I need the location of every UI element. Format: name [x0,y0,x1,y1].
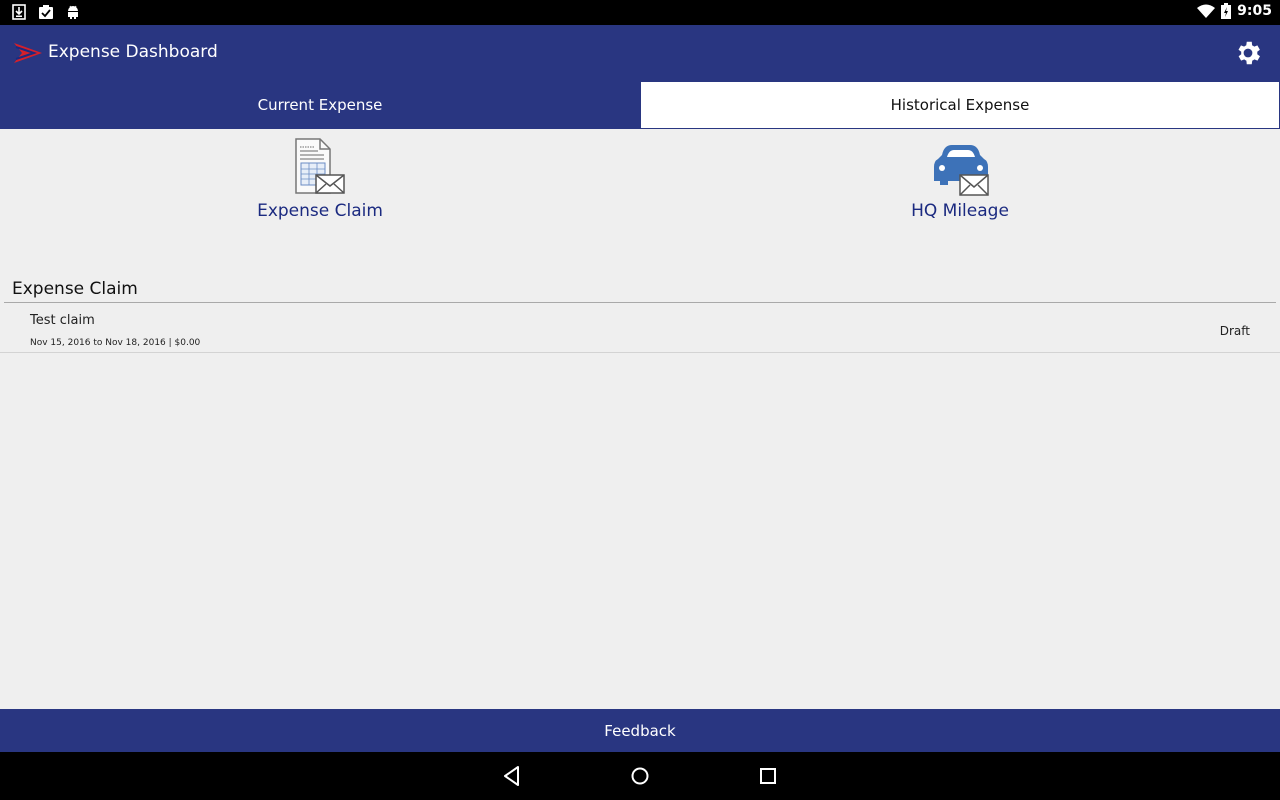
claim-name: Test claim [30,313,95,328]
claim-meta: Nov 15, 2016 to Nov 18, 2016 | $0.00 [30,338,201,348]
claim-row[interactable]: Test claim Nov 15, 2016 to Nov 18, 2016 … [0,303,1280,353]
wifi-icon [1197,4,1216,18]
app-title: Expense Dashboard [48,42,218,62]
hq-mileage-label: HQ Mileage [911,201,1009,221]
system-nav-bar [0,752,1280,800]
app-bar: Expense Dashboard [0,25,1280,81]
recents-icon[interactable] [756,764,780,788]
car-mail-icon [934,145,989,196]
feedback-button[interactable]: Feedback [0,709,1280,752]
hq-mileage-launcher[interactable]: HQ Mileage [640,135,1280,235]
status-bar: 9:05 [0,0,1280,25]
status-time: 9:05 [1237,3,1272,19]
expense-claim-icon [295,138,345,194]
status-left-icons [12,4,80,20]
android-icon [68,5,78,19]
claim-status: Draft [1219,324,1250,338]
expense-claim-label: Expense Claim [257,201,383,221]
tab-current-expense[interactable]: Current Expense [0,81,640,129]
gear-icon [1238,41,1260,65]
expense-claim-launcher[interactable]: Expense Claim [0,135,640,235]
download-icon [12,4,26,20]
app-logo-icon [14,43,42,63]
tab-historical-expense[interactable]: Historical Expense [640,81,1280,129]
tab-bar: Current Expense Historical Expense [0,81,1280,129]
back-icon[interactable] [500,764,524,788]
section-title: Expense Claim [12,279,138,299]
status-right-icons: 9:05 [1197,3,1272,19]
home-icon[interactable] [628,764,652,788]
clipboard-check-icon [39,5,53,19]
battery-charging-icon [1221,3,1232,19]
settings-button[interactable] [1232,37,1264,69]
